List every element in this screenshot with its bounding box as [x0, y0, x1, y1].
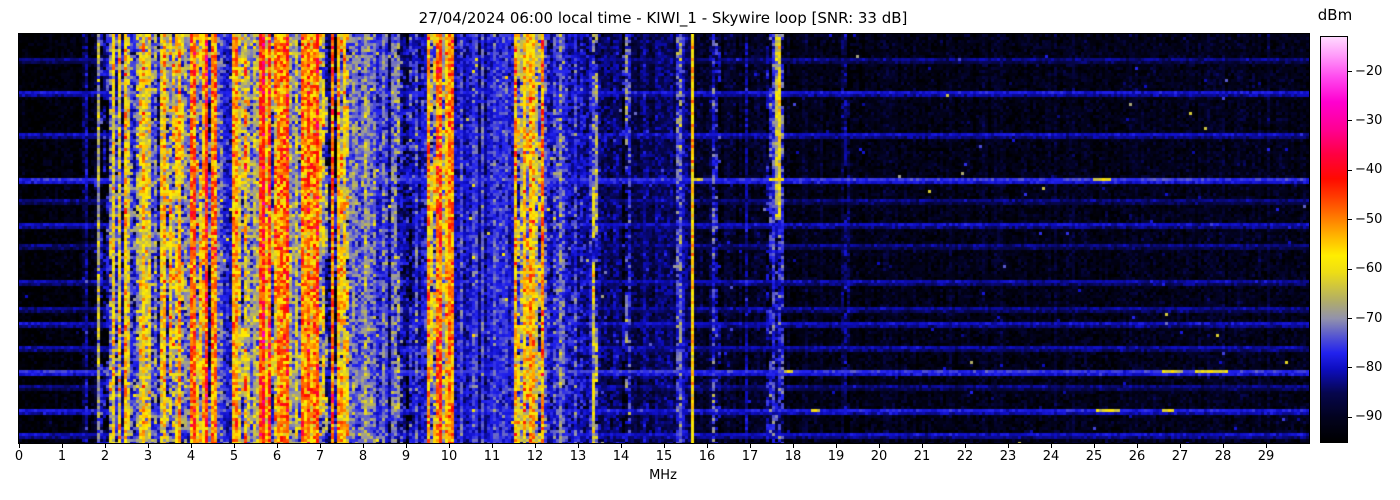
x-axis-tick: [190, 444, 192, 448]
x-axis-tick-label: 17: [741, 449, 759, 464]
x-axis-tick-label: 25: [1085, 449, 1103, 464]
x-axis-tick-label: 16: [698, 449, 716, 464]
x-axis-tick-label: 28: [1214, 449, 1232, 464]
colorbar-unit-label: dBm: [1317, 6, 1353, 24]
x-axis-tick: [706, 444, 708, 448]
x-axis-tick: [1050, 444, 1052, 448]
colorbar-tick: [1348, 120, 1352, 122]
x-axis-tick-label: 6: [272, 449, 282, 464]
colorbar-tick-label: −30: [1355, 112, 1383, 128]
x-axis-tick: [1093, 444, 1095, 448]
colorbar-tick: [1348, 71, 1352, 73]
x-axis-tick-label: 27: [1171, 449, 1189, 464]
x-axis-tick-label: 0: [14, 449, 24, 464]
colorbar-tick: [1348, 219, 1352, 221]
x-axis-tick: [491, 444, 493, 448]
colorbar-tick-label: −90: [1355, 409, 1383, 425]
x-axis-tick-label: 24: [1042, 449, 1060, 464]
x-axis-tick-label: 29: [1257, 449, 1275, 464]
x-axis-tick-label: 20: [870, 449, 888, 464]
x-axis-tick-label: 7: [315, 449, 325, 464]
x-axis-tick-label: 4: [186, 449, 196, 464]
x-axis-tick-label: 1: [57, 449, 67, 464]
x-axis-tick-label: 3: [143, 449, 153, 464]
x-axis-tick: [921, 444, 923, 448]
x-axis-tick: [104, 444, 106, 448]
x-axis-tick-label: 13: [569, 449, 587, 464]
colorbar-tick-label: −20: [1355, 63, 1383, 79]
x-axis-tick: [448, 444, 450, 448]
colorbar-tick-label: −60: [1355, 261, 1383, 277]
x-axis-tick: [620, 444, 622, 448]
x-axis-tick-label: 23: [999, 449, 1017, 464]
x-axis-tick: [1222, 444, 1224, 448]
x-axis-tick-label: 10: [440, 449, 458, 464]
x-axis-tick: [362, 444, 364, 448]
x-axis-tick-label: 12: [526, 449, 544, 464]
colorbar-tick: [1348, 367, 1352, 369]
x-axis-tick-label: 5: [229, 449, 239, 464]
x-axis-tick: [1136, 444, 1138, 448]
x-axis-tick-label: 15: [655, 449, 673, 464]
x-axis-tick-label: 14: [612, 449, 630, 464]
x-axis-tick-label: 18: [784, 449, 802, 464]
waterfall-canvas: [19, 34, 1309, 443]
x-axis-tick: [534, 444, 536, 448]
colorbar-tick: [1348, 318, 1352, 320]
x-axis-tick: [878, 444, 880, 448]
colorbar-tick: [1348, 416, 1352, 418]
colorbar-tick-label: −50: [1355, 211, 1383, 227]
waterfall-plot: [18, 33, 1310, 444]
x-axis-tick-label: 21: [913, 449, 931, 464]
colorbar-tick-label: −70: [1355, 310, 1383, 326]
x-axis-tick: [663, 444, 665, 448]
x-axis-tick-label: 22: [956, 449, 974, 464]
x-axis-tick: [835, 444, 837, 448]
x-axis-tick: [319, 444, 321, 448]
x-axis-tick-label: 8: [358, 449, 368, 464]
x-axis-tick: [792, 444, 794, 448]
x-axis-tick: [749, 444, 751, 448]
chart-title: 27/04/2024 06:00 local time - KIWI_1 - S…: [418, 9, 908, 27]
spectrogram-figure: 27/04/2024 06:00 local time - KIWI_1 - S…: [0, 0, 1400, 500]
x-axis-tick-label: 19: [827, 449, 845, 464]
x-axis-tick: [147, 444, 149, 448]
x-axis-tick-label: 2: [100, 449, 110, 464]
x-axis-tick: [964, 444, 966, 448]
x-axis-tick: [61, 444, 63, 448]
x-axis-tick: [1179, 444, 1181, 448]
x-axis-tick: [577, 444, 579, 448]
colorbar-tick-label: −80: [1355, 359, 1383, 375]
x-axis-tick: [233, 444, 235, 448]
x-axis-tick: [276, 444, 278, 448]
colorbar-tick-label: −40: [1355, 162, 1383, 178]
x-axis-tick: [1007, 444, 1009, 448]
x-axis-tick-label: 11: [483, 449, 501, 464]
colorbar-tick: [1348, 169, 1352, 171]
colorbar: [1320, 36, 1348, 443]
x-axis-tick-label: 9: [401, 449, 411, 464]
x-axis-tick-label: 26: [1128, 449, 1146, 464]
x-axis-tick: [18, 444, 20, 448]
colorbar-tick: [1348, 268, 1352, 270]
x-axis-tick: [405, 444, 407, 448]
x-axis-tick: [1265, 444, 1267, 448]
x-axis-label: MHz: [649, 468, 677, 483]
